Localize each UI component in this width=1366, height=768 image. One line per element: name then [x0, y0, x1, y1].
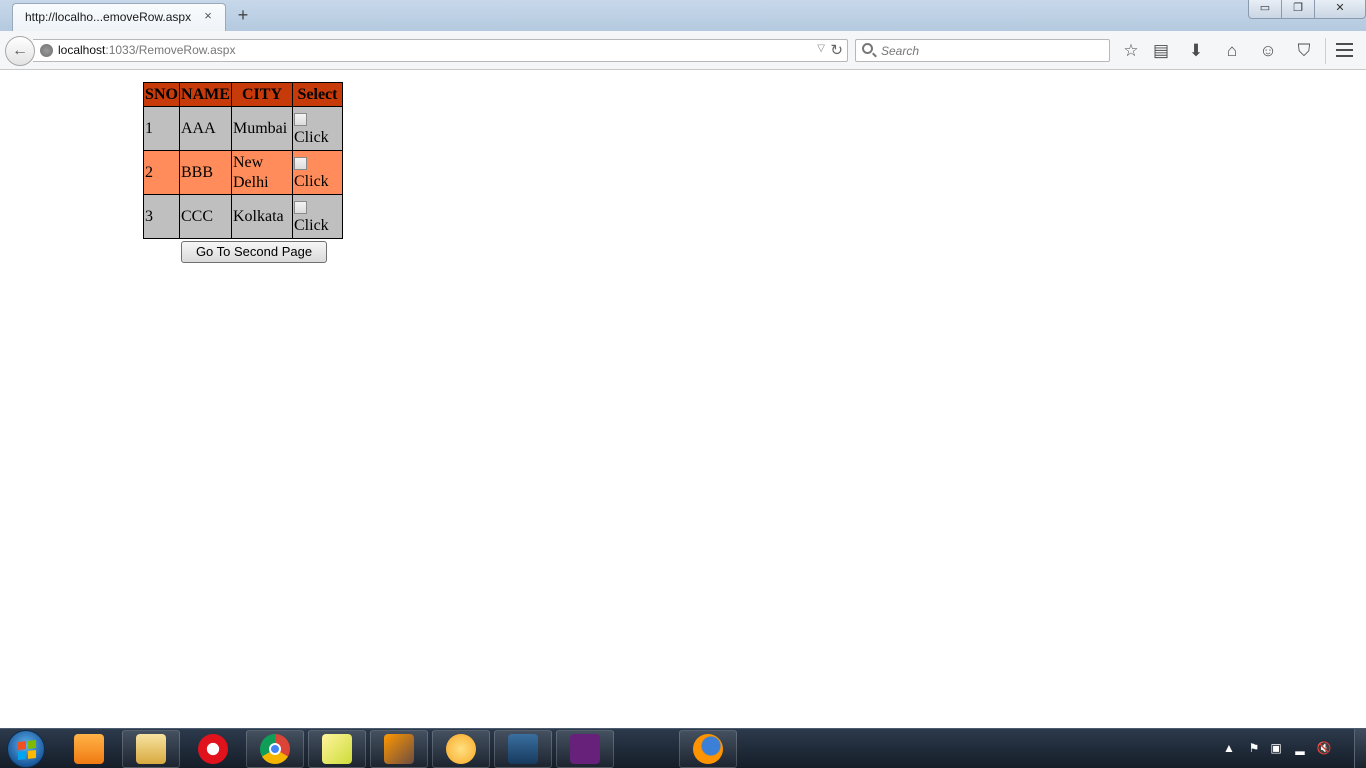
menu-icon[interactable]: [1336, 43, 1353, 57]
cell-sno: 1: [143, 106, 180, 151]
header-sno: SNO: [143, 82, 180, 107]
url-path: :1033/RemoveRow.aspx: [105, 43, 236, 57]
uc-browser-icon: [74, 734, 104, 764]
cell-select: Click: [292, 194, 343, 239]
cell-select: Click: [292, 150, 343, 195]
download-icon[interactable]: ⬇: [1185, 40, 1207, 62]
new-tab-icon[interactable]: +: [234, 5, 252, 25]
taskbar-chrome[interactable]: [246, 730, 304, 768]
taskbar-uc-browser[interactable]: [60, 730, 118, 768]
visual-studio-icon: [570, 734, 600, 764]
home-icon[interactable]: ⌂: [1221, 40, 1243, 62]
grid-header-row: SNO NAME CITY Select: [143, 82, 343, 107]
browser-titlebar: http://localho...emoveRow.aspx × + ▭ ❐ ✕: [0, 0, 1366, 32]
firefox-icon: [693, 734, 723, 764]
table-row: 2 BBB New Delhi Click: [143, 150, 343, 195]
close-window-icon[interactable]: ✕: [1314, 0, 1366, 19]
action-center-flag-icon[interactable]: ⚑: [1246, 741, 1262, 755]
cell-select: Click: [292, 106, 343, 151]
header-select: Select: [292, 82, 343, 107]
tray-expand-icon[interactable]: ▲: [1221, 741, 1237, 755]
search-icon: [862, 43, 873, 54]
globe-icon: [40, 44, 53, 57]
page-content: SNO NAME CITY Select 1 AAA Mumbai Click …: [0, 71, 1366, 728]
cell-name: AAA: [179, 106, 232, 151]
cell-city: New Delhi: [231, 150, 293, 195]
cell-city: Mumbai: [231, 106, 293, 151]
windows-logo-icon: [18, 740, 36, 760]
cell-sno: 3: [143, 194, 180, 239]
file-explorer-icon: [136, 734, 166, 764]
taskbar-messenger[interactable]: [432, 730, 490, 768]
table-row: 3 CCC Kolkata Click: [143, 194, 343, 239]
cell-sno: 2: [143, 150, 180, 195]
table-row: 1 AAA Mumbai Click: [143, 106, 343, 151]
chrome-icon: [260, 734, 290, 764]
select-checkbox[interactable]: [294, 157, 307, 171]
windows-taskbar: ▲ ⚑ ▣ ▂ 🔇: [0, 728, 1366, 768]
taskbar-sticky-notes[interactable]: [308, 730, 366, 768]
start-button[interactable]: [7, 730, 45, 768]
select-label: Click: [294, 172, 329, 190]
taskbar-visual-studio[interactable]: [556, 730, 614, 768]
reading-list-icon[interactable]: ▤: [1150, 40, 1172, 62]
back-button[interactable]: ←: [5, 36, 35, 66]
data-grid: SNO NAME CITY Select 1 AAA Mumbai Click …: [143, 82, 343, 239]
bookmark-star-icon[interactable]: ☆: [1120, 40, 1142, 62]
device-icon[interactable]: ▣: [1268, 741, 1284, 755]
select-label: Click: [294, 128, 329, 146]
cell-city: Kolkata: [231, 194, 293, 239]
search-placeholder: Search: [881, 44, 920, 58]
search-input[interactable]: Search: [855, 39, 1110, 62]
taskbar-firefox[interactable]: [679, 730, 737, 768]
shield-icon[interactable]: ⛉: [1293, 40, 1315, 62]
toolbar-separator: [1325, 38, 1326, 64]
tab-title: http://localho...emoveRow.aspx: [25, 10, 192, 24]
volume-muted-icon[interactable]: 🔇: [1316, 741, 1332, 755]
taskbar-opera[interactable]: [184, 730, 242, 768]
url-bar[interactable]: localhost:1033/RemoveRow.aspx ▽ ↻: [33, 39, 848, 62]
show-desktop-button[interactable]: [1354, 729, 1366, 768]
browser-tab[interactable]: http://localho...emoveRow.aspx ×: [12, 3, 226, 32]
mysql-workbench-icon: [508, 734, 538, 764]
minimize-icon[interactable]: ▭: [1248, 0, 1282, 19]
taskbar-mysql-workbench[interactable]: [494, 730, 552, 768]
messenger-icon: [446, 734, 476, 764]
back-arrow-icon: ←: [12, 42, 28, 59]
chat-icon[interactable]: ☺: [1257, 40, 1279, 62]
taskbar-file-explorer[interactable]: [122, 730, 180, 768]
url-host: localhost: [58, 43, 106, 57]
url-text: localhost:1033/RemoveRow.aspx: [58, 43, 235, 57]
opera-icon: [198, 734, 228, 764]
cell-name: BBB: [179, 150, 232, 195]
go-to-second-page-button[interactable]: Go To Second Page: [181, 241, 327, 263]
tab-close-icon[interactable]: ×: [201, 9, 215, 23]
restore-icon[interactable]: ❐: [1281, 0, 1315, 19]
reload-icon[interactable]: ↻: [830, 41, 843, 59]
select-checkbox[interactable]: [294, 201, 307, 215]
system-tray: ▲ ⚑ ▣ ▂ 🔇: [1223, 729, 1366, 768]
network-signal-icon[interactable]: ▂: [1292, 741, 1308, 755]
select-checkbox[interactable]: [294, 113, 307, 127]
taskbar-ccleaner[interactable]: [370, 730, 428, 768]
header-name: NAME: [179, 82, 232, 107]
select-label: Click: [294, 216, 329, 234]
cell-name: CCC: [179, 194, 232, 239]
sticky-notes-icon: [322, 734, 352, 764]
header-city: CITY: [231, 82, 293, 107]
window-controls: ▭ ❐ ✕: [1248, 0, 1366, 19]
browser-navbar: localhost:1033/RemoveRow.aspx ▽ ↻ ← Sear…: [0, 31, 1366, 70]
url-dropdown-icon[interactable]: ▽: [817, 43, 825, 54]
ccleaner-icon: [384, 734, 414, 764]
